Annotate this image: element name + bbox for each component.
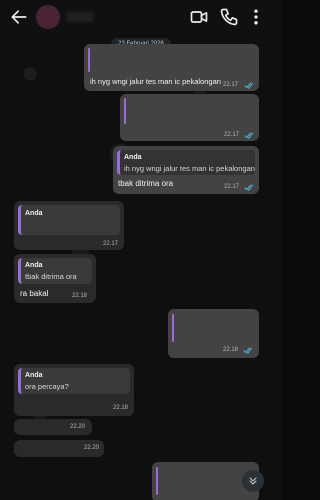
message-bubble-outgoing[interactable]: 22.18 (168, 309, 259, 358)
chevron-down-icon (249, 477, 257, 485)
quoted-message[interactable]: Anda (18, 205, 120, 235)
message-time: 22.18 (113, 405, 129, 411)
read-ticks-icon (244, 184, 254, 191)
more-vert-icon[interactable] (246, 7, 266, 27)
message-text: ih nyg wngi jalur tes man ic pekalongan (90, 77, 221, 86)
quoted-text: ih nyg wngi jalur tes man ic pekalongan (124, 164, 255, 173)
read-ticks-icon (244, 82, 254, 89)
message-bubble-incoming[interactable]: Anda ora percaya? 22.18 (14, 364, 134, 416)
quote-accent-bar (88, 48, 90, 72)
message-bubble-incoming[interactable]: 22.20 (14, 440, 104, 457)
back-arrow-icon[interactable] (9, 7, 29, 27)
avatar[interactable] (36, 5, 60, 29)
chat-header (0, 0, 281, 34)
quoted-author: Anda (25, 262, 43, 269)
quote-accent-bar (124, 98, 126, 124)
message-bubble-outgoing[interactable]: ih nyg wngi jalur tes man ic pekalongan … (84, 44, 259, 91)
message-text: ra bakal (20, 289, 49, 298)
read-ticks-icon (244, 132, 254, 139)
scroll-to-bottom-button[interactable] (242, 470, 264, 492)
message-time: 22.18 (223, 347, 239, 353)
quoted-author: Anda (25, 372, 43, 379)
phone-icon[interactable] (219, 7, 239, 27)
quoted-text: ora percaya? (25, 382, 69, 391)
message-bubble-outgoing[interactable]: 22.17 (120, 94, 259, 141)
message-text: tbak ditrima ora (118, 179, 174, 188)
quote-accent-bar (156, 467, 158, 495)
message-bubble-incoming[interactable]: Anda tbak ditrima ora ra bakal 22.18 (14, 254, 96, 303)
quoted-message[interactable]: Anda ih nyg wngi jalur tes man ic pekalo… (117, 150, 255, 175)
quoted-message[interactable]: Anda tbak ditrima ora (18, 258, 92, 284)
message-time: 22.17 (103, 241, 119, 247)
read-ticks-icon (243, 347, 253, 354)
message-bubble-outgoing[interactable]: Anda ih nyg wngi jalur tes man ic pekalo… (113, 146, 259, 194)
message-time: 22.17 (224, 132, 240, 138)
message-bubble-incoming[interactable]: 22.20 (14, 419, 92, 435)
message-time: 22.20 (84, 445, 100, 451)
message-time: 22.18 (72, 293, 88, 299)
video-call-icon[interactable] (189, 7, 209, 27)
message-bubble-incoming[interactable]: Anda 22.17 (14, 201, 124, 250)
quote-accent-bar (172, 314, 174, 342)
quoted-text: tbak ditrima ora (25, 272, 77, 281)
message-time: 22.17 (224, 184, 240, 190)
quoted-author: Anda (25, 210, 43, 217)
quoted-author: Anda (124, 154, 142, 161)
message-time: 22.20 (70, 424, 86, 430)
message-time: 22.17 (223, 82, 239, 88)
quoted-message[interactable]: Anda ora percaya? (18, 368, 130, 394)
contact-name[interactable] (66, 12, 94, 22)
